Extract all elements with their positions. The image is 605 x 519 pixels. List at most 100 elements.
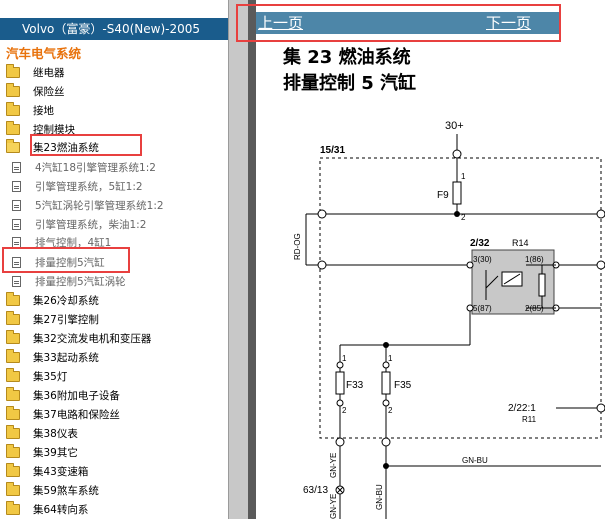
document-icon [12, 218, 21, 230]
nav-pane: Volvo（富豪）-S40(New)-2005 汽车电气系统 继电器 保险丝 接… [0, 0, 228, 519]
folder-icon [6, 82, 20, 97]
tree-item-label: 接地 [33, 104, 54, 117]
folder-icon [6, 101, 20, 116]
terminal [317, 260, 327, 270]
fuse-f35 [381, 371, 391, 395]
junction [454, 211, 460, 217]
tree-item-lights[interactable]: 集35灯 [6, 367, 67, 385]
wire-label: RD-OG [293, 233, 302, 260]
connector-ref: R11 [522, 415, 537, 424]
tree-item-steering[interactable]: 集64转向系 [6, 500, 88, 518]
tree-item-label: 集43变速箱 [33, 465, 89, 478]
tree-item-label: 集64转向系 [33, 503, 89, 516]
folder-icon [6, 348, 20, 363]
power-label: 30+ [445, 120, 464, 132]
tree-item-label: 集33起动系统 [33, 351, 99, 364]
pin-label: 1 [342, 354, 347, 363]
highlight-box [2, 247, 130, 273]
tree-item-circuits-fuses[interactable]: 集37电路和保险丝 [6, 405, 120, 423]
tree-item-label: 集38仪表 [33, 427, 78, 440]
tree-item-transmission[interactable]: 集43变速箱 [6, 462, 88, 480]
terminal [336, 361, 344, 369]
highlight-box [236, 4, 561, 42]
resistor [538, 273, 546, 297]
folder-icon [6, 367, 20, 382]
wire-label: GN-BU [375, 484, 384, 510]
folder-icon [6, 481, 20, 496]
folder-icon [6, 424, 20, 439]
tree-item-label: 集35灯 [33, 370, 68, 383]
folder-icon [6, 291, 20, 306]
folder-icon [6, 386, 20, 401]
document-icon [12, 236, 21, 248]
folder-icon [6, 462, 20, 477]
page-title: 集 23 燃油系统 [283, 47, 411, 68]
tree-item-label: 引擎管理系统，5缸1:2 [35, 180, 143, 193]
wire-label: GN-BU [462, 456, 488, 465]
page-subtitle: 排量控制 5 汽缸 [283, 73, 417, 94]
relay-id: 2/32 [470, 238, 490, 249]
tree-item-accessories[interactable]: 集36附加电子设备 [6, 386, 120, 404]
tree-item-fuses[interactable]: 保险丝 [6, 82, 65, 100]
folder-icon [6, 310, 20, 325]
terminal [466, 261, 474, 269]
relay-name: R14 [512, 238, 529, 248]
tree-item-label: 集36附加电子设备 [33, 389, 120, 402]
nav-header: Volvo（富豪）-S40(New)-2005 [0, 18, 228, 40]
ground-label: 63/13 [303, 485, 328, 496]
folder-icon [6, 500, 20, 515]
tree-item-label: 集26冷却系统 [33, 294, 99, 307]
tree-item-label: 引擎管理系统，柴油1:2 [35, 218, 147, 231]
fuse-label: F33 [346, 380, 364, 391]
terminal [596, 403, 605, 413]
tree-item-label: 集39其它 [33, 446, 78, 459]
relay-pin: 5(87) [473, 304, 492, 313]
tree-item-label: 集32交流发电机和变压器 [33, 332, 152, 345]
terminal [381, 437, 391, 447]
tree-item-engine-mgmt-5cyl[interactable]: 引擎管理系统，5缸1:2 [12, 177, 143, 195]
wire-label: GN-YE [329, 453, 338, 478]
document-icon [12, 180, 21, 192]
terminal [452, 149, 462, 159]
module-label: 15/31 [320, 145, 345, 156]
terminal [382, 361, 390, 369]
tree-item-engine-control[interactable]: 集27引擎控制 [6, 310, 99, 328]
fuse-f33 [335, 371, 345, 395]
tree-item-label: 集27引擎控制 [33, 313, 99, 326]
tree-item-label: 保险丝 [33, 85, 65, 98]
pin-label: 2 [342, 406, 347, 415]
pin-label: 2 [388, 406, 393, 415]
folder-icon [6, 443, 20, 458]
splitter-bar [248, 0, 256, 519]
open-folder-icon [6, 138, 20, 153]
tree-item-label: 集37电路和保险丝 [33, 408, 120, 421]
relay-pin: 3(30) [473, 255, 492, 264]
fuse-label: F35 [394, 380, 412, 391]
tree-item-engine-mgmt-5cyl-turbo[interactable]: 5汽缸涡轮引擎管理系统1:2 [12, 196, 164, 214]
folder-icon [6, 329, 20, 344]
tree-item-engine-mgmt-4cyl[interactable]: 4汽缸18引擎管理系统1:2 [12, 158, 156, 176]
tree-item-brakes[interactable]: 集59煞车系统 [6, 481, 99, 499]
wiring-diagram: 30+ 15/31 F9 1 2 RD-OG 2/32 R14 3(30) 1(… [293, 120, 605, 519]
document-icon [12, 199, 21, 211]
tree-item-ground[interactable]: 接地 [6, 101, 54, 119]
tree-item-other[interactable]: 集39其它 [6, 443, 78, 461]
tree-item-label: 5汽缸涡轮引擎管理系统1:2 [35, 199, 164, 212]
terminal [596, 209, 605, 219]
connector-label: 2/22:1 [508, 403, 536, 414]
tree-item-label: 排量控制5汽缸涡轮 [35, 275, 126, 288]
terminal [317, 209, 327, 219]
document-icon [12, 275, 21, 287]
folder-icon [6, 405, 20, 420]
junction [383, 463, 389, 469]
tree-item-cooling[interactable]: 集26冷却系统 [6, 291, 99, 309]
terminal [596, 260, 605, 270]
wire-label: GN-YE [329, 494, 338, 519]
tree-item-emission-5cyl-turbo[interactable]: 排量控制5汽缸涡轮 [12, 272, 126, 290]
tree-item-starting[interactable]: 集33起动系统 [6, 348, 99, 366]
tree-item-instruments[interactable]: 集38仪表 [6, 424, 78, 442]
tree-item-engine-mgmt-diesel[interactable]: 引擎管理系统，柴油1:2 [12, 215, 146, 233]
tree-item-relays[interactable]: 继电器 [6, 63, 65, 81]
tree-item-alternator[interactable]: 集32交流发电机和变压器 [6, 329, 151, 347]
fuse-f9 [452, 181, 462, 205]
